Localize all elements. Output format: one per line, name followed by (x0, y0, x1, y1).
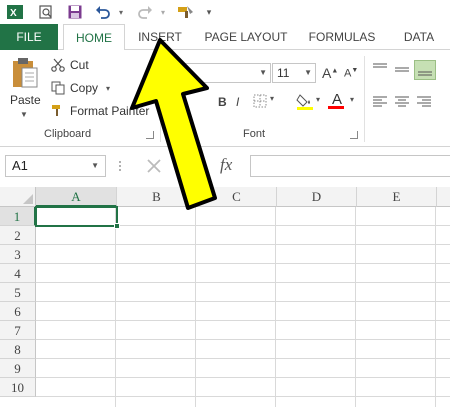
font-name-dropdown-icon[interactable]: ▼ (259, 64, 267, 82)
redo-icon[interactable] (136, 3, 154, 21)
group-divider (160, 56, 161, 142)
ribbon-home: Paste ▼ Cut Copy ▾ Format Painter Clipbo… (0, 50, 450, 147)
formula-buttons: fx (130, 155, 245, 177)
clipboard-launcher-icon[interactable] (146, 131, 154, 139)
font-size-input[interactable]: 11 ▼ (272, 63, 316, 83)
paintbrush-icon (50, 103, 66, 119)
row-header-9[interactable]: 9 (0, 359, 36, 378)
font-group-label: Font (243, 128, 266, 140)
italic-button[interactable]: I (236, 95, 239, 109)
tab-file[interactable]: FILE (0, 24, 58, 50)
font-size-value: 11 (277, 66, 290, 80)
save-icon[interactable] (66, 3, 84, 21)
borders-dropdown-icon[interactable]: ▾ (270, 94, 274, 103)
paste-dropdown-icon[interactable]: ▼ (20, 110, 28, 119)
search-icon[interactable] (37, 3, 55, 21)
fill-color-button[interactable] (296, 92, 314, 113)
select-all-button[interactable] (0, 187, 36, 207)
undo-dropdown-icon[interactable]: ▾ (112, 3, 130, 21)
formula-bar-grip-icon[interactable] (118, 159, 122, 173)
cell-area[interactable] (36, 207, 450, 407)
grow-font-button[interactable]: A▲ (322, 65, 338, 81)
copy-icon (50, 80, 66, 96)
middle-align-button[interactable] (394, 62, 410, 79)
column-header-b[interactable]: B (117, 187, 197, 207)
worksheet-grid: A B C D E 1 2 3 4 5 6 7 8 9 10 (0, 187, 450, 407)
tab-page-layout[interactable]: PAGE LAYOUT (200, 24, 292, 50)
scissors-icon (50, 57, 66, 73)
name-box-value: A1 (12, 158, 28, 173)
row-header-3[interactable]: 3 (0, 245, 36, 264)
fill-color-icon (296, 94, 313, 110)
align-left-button[interactable] (372, 95, 388, 112)
format-painter-button[interactable]: Format Painter (50, 102, 149, 120)
insert-function-button[interactable]: fx (220, 155, 232, 175)
bottom-align-button[interactable] (414, 60, 436, 80)
formula-bar: A1 ▼ fx (0, 147, 450, 187)
customize-icon[interactable]: ▾ (200, 3, 218, 21)
name-box[interactable]: A1 ▼ (5, 155, 106, 177)
format-painter-icon[interactable] (177, 3, 195, 21)
row-header-5[interactable]: 5 (0, 283, 36, 302)
active-cell-a1[interactable] (35, 206, 118, 227)
copy-label: Copy (70, 81, 99, 95)
row-header-10[interactable]: 10 (0, 378, 36, 397)
paste-icon[interactable] (11, 57, 39, 89)
column-header-e[interactable]: E (357, 187, 437, 207)
clipboard-group-label: Clipboard (44, 128, 92, 140)
tab-home[interactable]: HOME (63, 24, 125, 51)
fill-handle[interactable] (114, 223, 120, 229)
row-header-2[interactable]: 2 (0, 226, 36, 245)
fill-color-dropdown-icon[interactable]: ▾ (316, 95, 320, 104)
bold-button[interactable]: B (218, 95, 227, 109)
cut-label: Cut (70, 58, 89, 72)
excel-window: X ▾ ▾ ▾ FILE HOME INSERT PAGE LAYOUT FOR… (0, 0, 450, 407)
formula-input[interactable] (250, 155, 450, 177)
row-header-1[interactable]: 1 (0, 207, 36, 226)
row-header-7[interactable]: 7 (0, 321, 36, 340)
row-header-4[interactable]: 4 (0, 264, 36, 283)
column-header-d[interactable]: D (277, 187, 357, 207)
align-center-button[interactable] (394, 95, 410, 112)
top-align-button[interactable] (372, 62, 388, 79)
font-name-value: gia (173, 66, 190, 80)
cancel-icon[interactable] (145, 157, 163, 180)
borders-button[interactable] (253, 94, 267, 111)
enter-icon[interactable] (182, 157, 200, 180)
tab-data[interactable]: DATA (394, 24, 444, 50)
align-right-button[interactable] (416, 95, 432, 112)
column-header-c[interactable]: C (197, 187, 277, 207)
tab-formulas[interactable]: FORMULAS (306, 24, 378, 50)
copy-button[interactable]: Copy ▾ (50, 79, 110, 97)
copy-dropdown-icon[interactable]: ▾ (106, 84, 110, 93)
row-header-8[interactable]: 8 (0, 340, 36, 359)
font-name-input[interactable]: gia ▼ (168, 63, 271, 83)
undo-icon[interactable] (94, 3, 112, 21)
ribbon-tabs: FILE HOME INSERT PAGE LAYOUT FORMULAS DA… (0, 24, 450, 51)
font-launcher-icon[interactable] (350, 131, 358, 139)
row-header-6[interactable]: 6 (0, 302, 36, 321)
cut-button[interactable]: Cut (50, 56, 89, 74)
group-divider (364, 56, 365, 142)
svg-text:X: X (10, 8, 17, 19)
name-box-dropdown-icon[interactable]: ▼ (91, 156, 99, 176)
font-color-button[interactable]: A (328, 91, 346, 109)
redo-dropdown-icon[interactable]: ▾ (154, 3, 172, 21)
quick-access-toolbar: X ▾ ▾ ▾ (0, 0, 450, 24)
format-painter-label: Format Painter (70, 104, 150, 118)
tab-insert[interactable]: INSERT (134, 24, 186, 50)
column-header-a[interactable]: A (36, 187, 117, 207)
shrink-font-button[interactable]: A▼ (344, 67, 358, 80)
paste-button[interactable]: Paste (10, 93, 41, 107)
excel-logo-icon: X (6, 3, 24, 21)
font-color-dropdown-icon[interactable]: ▾ (350, 95, 354, 104)
column-header-f[interactable] (437, 187, 450, 207)
borders-icon (253, 94, 267, 108)
font-size-dropdown-icon[interactable]: ▼ (304, 64, 312, 82)
